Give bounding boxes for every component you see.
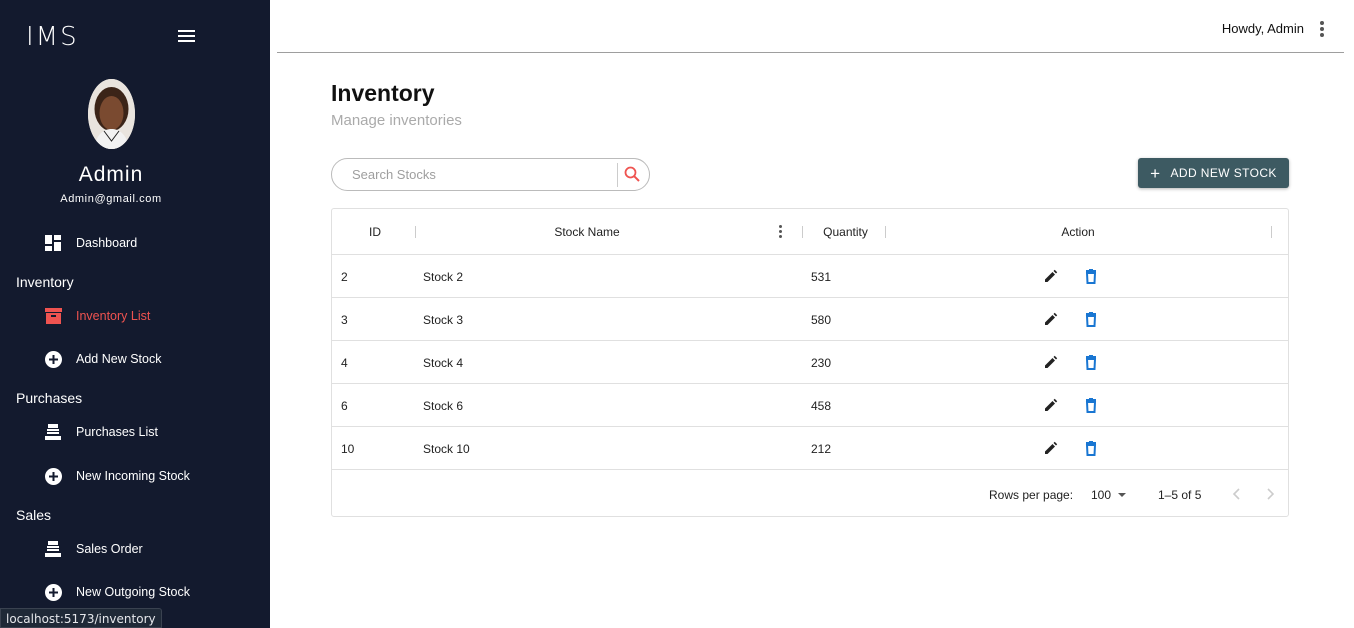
search-input[interactable]: [352, 167, 622, 182]
dashboard-icon: [44, 234, 62, 252]
sidebar-item-label: Add New Stock: [76, 352, 162, 366]
archive-box-icon: [44, 307, 62, 325]
cell-quantity: 531: [811, 270, 832, 284]
search-icon[interactable]: [624, 166, 642, 184]
sidebar-item-new-outgoing-stock[interactable]: New Outgoing Stock: [44, 581, 190, 603]
add-new-stock-label: ADD NEW STOCK: [1170, 166, 1277, 180]
sidebar-item-inventory-list[interactable]: Inventory List: [44, 305, 150, 327]
cash-register-icon: [44, 540, 62, 558]
pencil-icon[interactable]: [1043, 397, 1059, 413]
table-header: ID Stock Name Quantity Action: [332, 209, 1288, 255]
sidebar-item-label: Inventory List: [76, 309, 151, 323]
next-page-icon[interactable]: [1263, 486, 1277, 502]
page-subtitle: Manage inventories: [331, 112, 462, 129]
sidebar-item-purchases-list[interactable]: Purchases List: [44, 421, 158, 443]
cash-register-icon: [44, 423, 62, 441]
column-header-action: Action: [1061, 225, 1095, 239]
cell-id: 10: [341, 442, 355, 456]
trash-icon[interactable]: [1083, 397, 1099, 413]
sidebar-item-label: Dashboard: [76, 236, 138, 250]
pagination-range: 1–5 of 5: [1158, 488, 1202, 502]
page-title: Inventory: [331, 80, 435, 106]
add-circle-icon: [44, 583, 62, 601]
profile-email: Admin@gmail.com: [60, 193, 162, 205]
chevron-down-icon: [1118, 493, 1126, 497]
sidebar-item-dashboard[interactable]: Dashboard: [44, 232, 137, 254]
cell-quantity: 230: [811, 356, 832, 370]
add-new-stock-button[interactable]: + ADD NEW STOCK: [1138, 158, 1289, 188]
previous-page-icon[interactable]: [1230, 486, 1244, 502]
cell-id: 3: [341, 313, 348, 327]
inventory-table: ID Stock Name Quantity Action 2 Stock 2 …: [331, 208, 1289, 517]
trash-icon[interactable]: [1083, 354, 1099, 370]
sidebar-item-label: Purchases List: [76, 425, 158, 439]
status-bar-url: localhost:5173/inventory: [0, 608, 162, 628]
search-divider: [617, 163, 618, 187]
sidebar-item-new-incoming-stock[interactable]: New Incoming Stock: [44, 465, 190, 487]
plus-icon: +: [1150, 163, 1161, 183]
more-vert-icon[interactable]: [1320, 21, 1324, 37]
profile-name: Admin: [78, 163, 144, 186]
hamburger-menu-icon[interactable]: [178, 30, 195, 44]
table-row[interactable]: 10 Stock 10 212: [332, 427, 1288, 470]
cell-id: 4: [341, 356, 348, 370]
trash-icon[interactable]: [1083, 440, 1099, 456]
pencil-icon[interactable]: [1043, 440, 1059, 456]
pencil-icon[interactable]: [1043, 311, 1059, 327]
column-separator[interactable]: [1271, 226, 1272, 238]
cell-stock-name: Stock 10: [423, 442, 470, 456]
section-sales: Sales: [16, 507, 52, 523]
cell-stock-name: Stock 2: [423, 270, 464, 284]
table-row[interactable]: 3 Stock 3 580: [332, 298, 1288, 341]
cell-id: 2: [341, 270, 348, 284]
table-pagination: Rows per page: 100 1–5 of 5: [332, 473, 1288, 517]
cell-stock-name: Stock 4: [423, 356, 464, 370]
search-box: [331, 158, 650, 191]
trash-icon[interactable]: [1083, 268, 1099, 284]
section-purchases: Purchases: [16, 390, 83, 406]
cell-quantity: 458: [811, 399, 832, 413]
cell-stock-name: Stock 3: [423, 313, 464, 327]
section-inventory: Inventory: [16, 274, 74, 290]
table-row[interactable]: 4 Stock 4 230: [332, 341, 1288, 384]
sidebar: IMS Admin Admin@gmail.com Dashboard Inve…: [0, 0, 270, 628]
top-bar: Howdy, Admin: [277, 0, 1344, 53]
sidebar-item-label: New Outgoing Stock: [76, 585, 190, 599]
column-header-quantity[interactable]: Quantity: [803, 225, 888, 239]
column-header-stock-name[interactable]: Stock Name: [416, 225, 758, 239]
pencil-icon[interactable]: [1043, 354, 1059, 370]
cell-id: 6: [341, 399, 348, 413]
rows-per-page-label: Rows per page:: [989, 488, 1074, 502]
table-row[interactable]: 2 Stock 2 531: [332, 255, 1288, 298]
rows-per-page-select[interactable]: 100: [1091, 486, 1129, 504]
pencil-icon[interactable]: [1043, 268, 1059, 284]
avatar: [88, 79, 135, 149]
sidebar-item-add-new-stock[interactable]: Add New Stock: [44, 348, 161, 370]
column-header-id[interactable]: ID: [332, 225, 418, 239]
cell-quantity: 212: [811, 442, 832, 456]
app-logo[interactable]: IMS: [26, 22, 79, 52]
cell-stock-name: Stock 6: [423, 399, 464, 413]
trash-icon[interactable]: [1083, 311, 1099, 327]
sidebar-item-label: Sales Order: [76, 542, 143, 556]
rows-per-page-value: 100: [1091, 488, 1112, 502]
column-menu-icon[interactable]: [779, 225, 783, 239]
table-row[interactable]: 6 Stock 6 458: [332, 384, 1288, 427]
user-greeting[interactable]: Howdy, Admin: [1222, 21, 1304, 36]
add-circle-icon: [44, 467, 62, 485]
sidebar-item-sales-order[interactable]: Sales Order: [44, 538, 143, 560]
add-circle-icon: [44, 350, 62, 368]
sidebar-item-label: New Incoming Stock: [76, 469, 190, 483]
cell-quantity: 580: [811, 313, 832, 327]
